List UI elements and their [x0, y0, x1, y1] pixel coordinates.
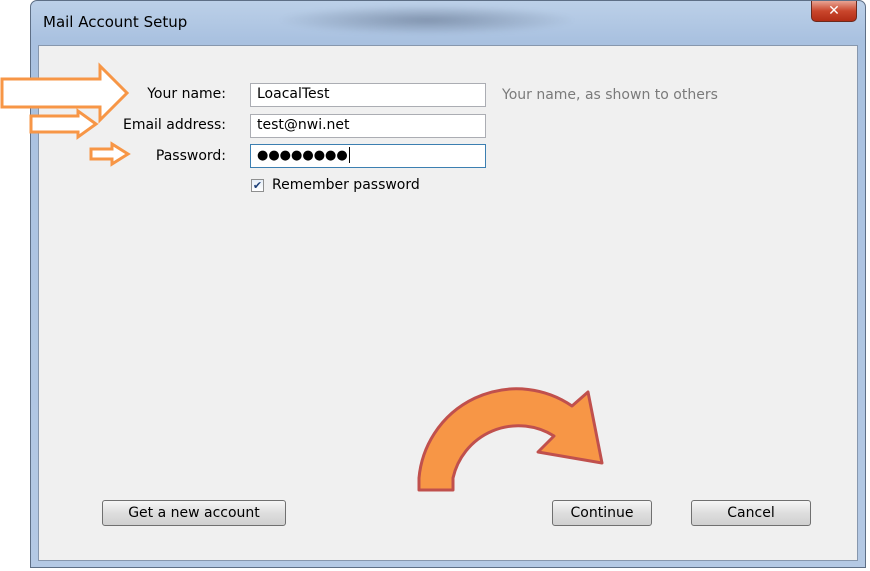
annotation-overlay — [0, 62, 604, 492]
arrow-right-icon — [29, 108, 99, 140]
arrow-right-icon — [89, 141, 131, 167]
curved-arrow-icon — [417, 387, 604, 492]
arrow-right-icon — [0, 62, 130, 124]
